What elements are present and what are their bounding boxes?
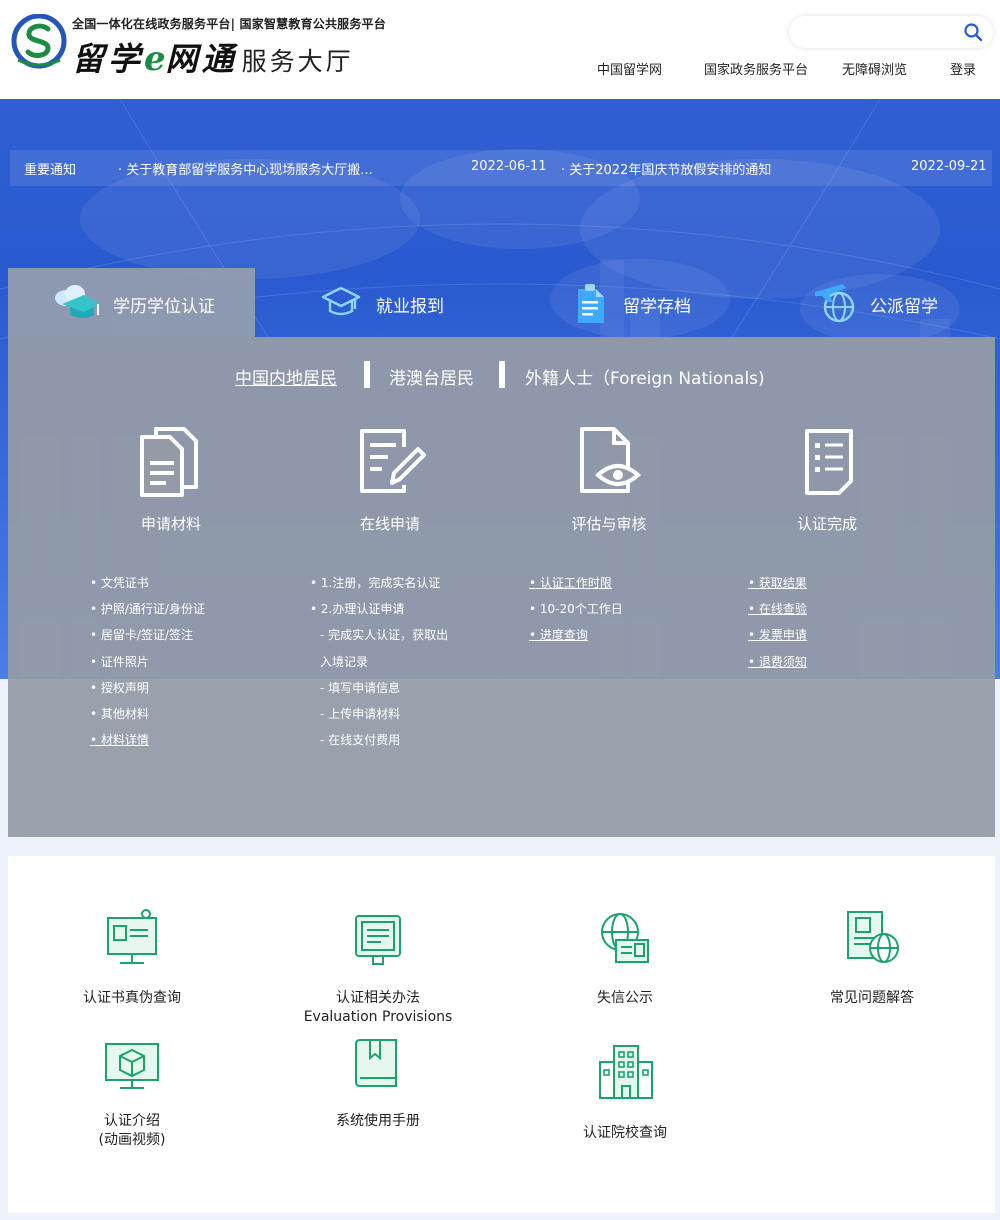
list-item: • 授权声明 [90, 680, 149, 695]
search-icon[interactable] [963, 22, 983, 42]
notice-item-title[interactable]: · 关于2022年国庆节放假安排的通知 [561, 159, 771, 178]
list-item: • 居留卡/签证/签注 [90, 628, 193, 643]
list-item: • 证件照片 [90, 654, 149, 669]
tab-label: 留学存档 [623, 297, 691, 317]
nav-link-gov-service[interactable]: 国家政务服务平台 [704, 59, 808, 78]
list-item: • 1.注册，完成实名认证 [310, 576, 441, 590]
complete-list: • 获取结果 • 在线查验 • 发票申请 • 退费须知 [748, 575, 807, 680]
service-faq[interactable]: 常见问题解答 [830, 989, 914, 1008]
document-archive-icon [578, 284, 604, 323]
edit-form-icon [360, 429, 426, 493]
service-label: 认证书真伪查询 [83, 990, 181, 1006]
tab-label: 就业报到 [376, 297, 444, 317]
service-evaluation-provisions[interactable]: 认证相关办法 Evaluation Provisions [304, 989, 453, 1027]
logo-title-part2: 网通 [165, 40, 238, 78]
video-cube-icon[interactable] [102, 1036, 162, 1096]
materials-list: • 文凭证书 • 护照/通行证/身份证 • 居留卡/签证/签注 • 证件照片 •… [90, 575, 205, 758]
list-item: • 其他材料 [90, 706, 149, 721]
service-institution-query[interactable]: 认证院校查询 [583, 1124, 667, 1143]
get-result-link[interactable]: • 获取结果 [748, 575, 807, 601]
service-dishonesty-disclosure[interactable]: 失信公示 [597, 989, 653, 1008]
notice-bar: 重要通知 · 关于教育部留学服务中心现场服务大厅搬... 2022-06-11 … [10, 150, 992, 186]
list-item: 入境记录 [320, 654, 369, 669]
plane-globe-icon [815, 284, 855, 323]
nav-link-cscse[interactable]: 中国留学网 [597, 59, 662, 78]
online-verify-link[interactable]: • 在线查验 [748, 601, 807, 627]
sub-tab-mainland-residents[interactable]: 中国内地居民 [235, 364, 337, 389]
notice-item-title[interactable]: · 关于教育部留学服务中心现场服务大厅搬... [118, 159, 373, 178]
service-sublabel: Evaluation Provisions [303, 1009, 453, 1025]
manual-book-icon[interactable] [348, 1034, 408, 1094]
certificate-monitor-icon[interactable] [102, 908, 162, 968]
tab-government-sponsored[interactable]: 公派留学 [749, 268, 995, 337]
review-list: • 认证工作时限 • 10-20个工作日 • 进度查询 [529, 575, 623, 654]
document-scroll-icon[interactable] [348, 910, 408, 970]
nav-link-login[interactable]: 登录 [950, 59, 976, 78]
step-label-materials: 申请材料 [140, 515, 202, 533]
list-item: - 完成实人认证，获取出 [320, 628, 449, 643]
sub-tab-divider [499, 361, 505, 388]
tab-label: 学历学位认证 [113, 297, 215, 317]
service-label: 系统使用手册 [336, 1113, 420, 1129]
nav-link-accessibility[interactable]: 无障碍浏览 [842, 59, 907, 78]
list-item: - 在线支付费用 [320, 733, 401, 748]
invoice-request-link[interactable]: • 发票申请 [748, 627, 807, 653]
list-item: • 文凭证书 [90, 576, 149, 590]
sub-tab-hk-macao-taiwan[interactable]: 港澳台居民 [389, 364, 474, 389]
sub-tab-divider [364, 361, 370, 388]
progress-query-link[interactable]: • 进度查询 [529, 627, 623, 653]
notice-item-date: 2022-06-11 [471, 159, 547, 174]
list-item: • 2.办理认证申请 [310, 602, 405, 617]
step-label-review: 评估与审核 [571, 515, 647, 533]
service-label: 认证相关办法 [336, 990, 420, 1006]
service-label: 常见问题解答 [830, 990, 914, 1006]
online-apply-list: • 1.注册，完成实名认证 • 2.办理认证申请 - 完成实人认证，获取出 入境… [310, 575, 448, 758]
search-box [789, 16, 993, 48]
logo-title[interactable]: 留学e网通 服务大厅 [72, 34, 354, 80]
document-globe-icon[interactable] [842, 908, 902, 968]
processing-time-link[interactable]: • 认证工作时限 [529, 575, 623, 601]
globe-id-card-icon[interactable] [596, 910, 656, 970]
school-building-icon[interactable] [596, 1042, 656, 1102]
materials-detail-link[interactable]: • 材料详情 [90, 732, 205, 758]
document-eye-icon [580, 427, 641, 493]
graduation-cap-icon [321, 286, 361, 316]
list-item: • 护照/通行证/身份证 [90, 602, 205, 617]
logo-title-hall: 服务大厅 [241, 47, 354, 76]
logo-tagline: 全国一体化在线政务服务平台| 国家智慧教育公共服务平台 [72, 17, 386, 31]
list-item: - 上传申请材料 [320, 706, 401, 721]
service-label: 认证介绍 [104, 1113, 160, 1129]
notice-label: 重要通知 [24, 163, 77, 178]
service-label: 失信公示 [597, 990, 653, 1006]
search-input[interactable] [803, 22, 953, 42]
logo-title-e: e [144, 39, 166, 79]
logo-emblem-icon[interactable] [10, 14, 68, 72]
list-item: - 填写申请信息 [320, 680, 401, 695]
service-certificate-verification[interactable]: 认证书真伪查询 [83, 989, 181, 1008]
tab-degree-certification[interactable]: 学历学位认证 [8, 268, 255, 337]
step-label-complete: 认证完成 [796, 515, 858, 533]
step-label-online-apply: 在线申请 [359, 515, 421, 533]
service-label: 认证院校查询 [583, 1125, 667, 1141]
checklist-icon [805, 429, 853, 495]
refund-notice-link[interactable]: • 退费须知 [748, 654, 807, 680]
service-certification-intro[interactable]: 认证介绍 (动画视频) [99, 1112, 166, 1150]
graduation-cap-cloud-icon [55, 285, 100, 318]
sub-tab-foreign-nationals[interactable]: 外籍人士（Foreign Nationals) [525, 364, 765, 389]
notice-item-date: 2022-09-21 [911, 159, 987, 174]
documents-icon [140, 427, 198, 497]
service-user-manual[interactable]: 系统使用手册 [336, 1112, 420, 1131]
service-sublabel: (动画视频) [98, 1132, 166, 1148]
logo-title-part1: 留学 [72, 40, 145, 78]
tab-study-archive[interactable]: 留学存档 [502, 268, 749, 337]
tab-employment-registration[interactable]: 就业报到 [255, 268, 502, 337]
tab-label: 公派留学 [870, 297, 938, 317]
list-item: • 10-20个工作日 [529, 602, 623, 617]
site-header: 全国一体化在线政务服务平台| 国家智慧教育公共服务平台 留学e网通 服务大厅 中国… [0, 0, 1000, 99]
